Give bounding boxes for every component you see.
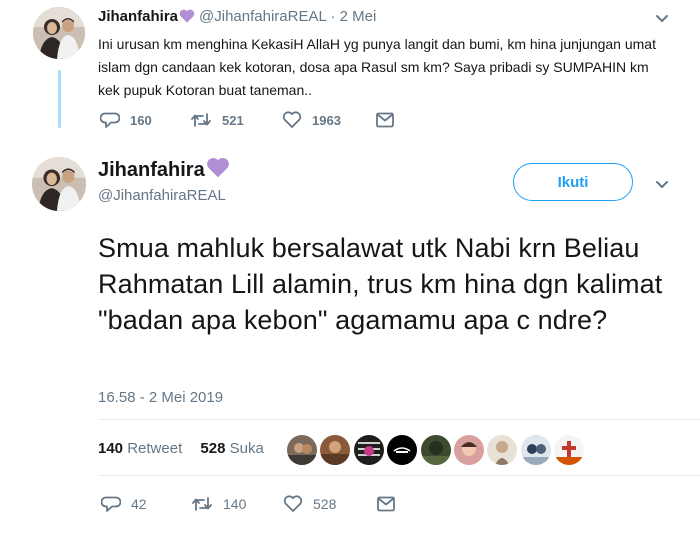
retweets-stat[interactable]: 140 Retweet	[98, 440, 182, 457]
like-count: 1963	[312, 112, 341, 128]
liker-avatar[interactable]	[353, 435, 384, 465]
direct-message-button[interactable]	[375, 111, 395, 129]
avatar[interactable]	[33, 7, 85, 59]
chevron-down-icon[interactable]	[654, 10, 670, 31]
engagement-stats: 140 Retweet 528 Suka	[98, 440, 264, 457]
direct-message-button[interactable]	[376, 495, 396, 513]
tweet-text: Smua mahluk bersalawat utk Nabi krn Beli…	[98, 233, 663, 335]
heart-outline-icon	[283, 495, 303, 513]
purple-heart-icon	[179, 9, 195, 28]
likes-stat[interactable]: 528 Suka	[200, 440, 263, 457]
liker-avatar[interactable]	[387, 435, 418, 465]
liker-avatar[interactable]	[554, 435, 585, 465]
retweet-label: Retweet	[127, 440, 183, 457]
avatar[interactable]	[32, 157, 86, 211]
likers-avatars	[287, 435, 588, 465]
retweet-count: 140	[223, 496, 247, 512]
reply-tweet-header: Jihanfahira @JihanfahiraREAL · 2 Mei	[98, 8, 376, 28]
user-handle[interactable]: @JihanfahiraREAL	[98, 187, 226, 204]
display-name[interactable]: Jihanfahira	[98, 8, 178, 25]
user-handle[interactable]: @JihanfahiraREAL	[199, 8, 326, 25]
reply-button[interactable]: 160	[100, 111, 190, 129]
divider	[98, 475, 700, 476]
reply-count: 42	[131, 496, 147, 512]
envelope-icon	[376, 495, 396, 513]
like-button[interactable]: 1963	[282, 111, 375, 129]
retweet-icon	[190, 111, 212, 129]
display-name-text: Jihanfahira	[98, 159, 205, 181]
liker-avatar[interactable]	[287, 435, 317, 465]
liker-avatar[interactable]	[453, 435, 484, 465]
like-label: Suka	[229, 440, 264, 457]
profile-photo	[33, 7, 85, 59]
liker-avatar[interactable]	[420, 435, 451, 465]
reply-bubble-icon	[100, 111, 120, 129]
purple-heart-icon	[206, 157, 230, 184]
retweet-icon	[191, 495, 213, 513]
envelope-icon	[375, 111, 395, 129]
profile-photo	[32, 157, 86, 211]
like-count: 528	[313, 496, 337, 512]
thread-connector-line	[58, 70, 61, 128]
display-name[interactable]: Jihanfahira	[98, 157, 234, 184]
retweet-count: 521	[222, 112, 244, 128]
tweet-timestamp[interactable]: 16.58 - 2 Mei 2019	[98, 389, 223, 406]
retweet-button[interactable]: 140	[191, 495, 283, 513]
liker-avatar[interactable]	[487, 435, 518, 465]
tweet-actions: 42 140 528	[101, 495, 396, 513]
reply-bubble-icon	[101, 495, 121, 513]
follow-button[interactable]: Ikuti	[513, 163, 633, 201]
liker-avatar[interactable]	[520, 435, 551, 465]
like-total: 528	[200, 440, 226, 457]
reply-button[interactable]: 42	[101, 495, 191, 513]
divider	[98, 419, 700, 420]
chevron-down-icon[interactable]	[654, 176, 670, 197]
heart-outline-icon	[282, 111, 302, 129]
tweet-date[interactable]: 2 Mei	[340, 8, 377, 25]
reply-count: 160	[130, 112, 152, 128]
like-button[interactable]: 528	[283, 495, 376, 513]
liker-avatar[interactable]	[320, 435, 351, 465]
retweet-total: 140	[98, 440, 124, 457]
tweet-actions: 160 521 1963	[100, 111, 395, 129]
tweet-text: Ini urusan km menghina KekasiH AllaH yg …	[98, 36, 656, 98]
retweet-button[interactable]: 521	[190, 111, 282, 129]
separator-dot: ·	[330, 8, 336, 25]
